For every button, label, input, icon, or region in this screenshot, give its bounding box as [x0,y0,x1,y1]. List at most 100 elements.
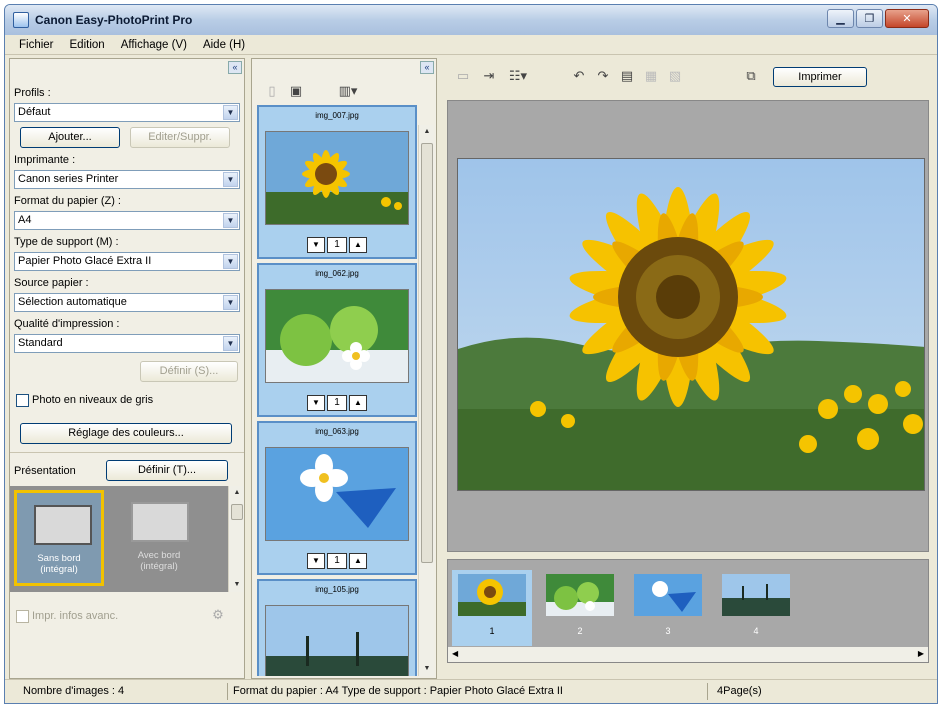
page-thumb-image [722,574,790,616]
copies-value[interactable]: 1 [327,395,347,411]
grayscale-checkbox[interactable] [16,394,29,407]
collapse-left-button[interactable]: « [228,61,242,74]
scroll-thumb[interactable] [421,143,433,563]
view-mode-icon[interactable]: ▥▾ [334,83,362,99]
layout-bordered[interactable]: Avec bord (intégral) [114,490,204,586]
divider [10,452,244,453]
paper-source-value: Sélection automatique [18,296,127,308]
paper-source-label: Source papier : [14,277,89,289]
printer-select[interactable]: Canon series Printer ▼ [14,170,240,189]
menu-aide[interactable]: Aide (H) [195,39,253,51]
chevron-down-icon: ▼ [223,172,238,187]
image-card[interactable]: img_063.jpg ▼ 1 ▲ [257,421,417,575]
layout-borderless[interactable]: Sans bord (intégral) [14,490,104,586]
copies-stepper: ▼ 1 ▲ [307,395,367,411]
layout-scrollbar[interactable]: ▲ ▼ [228,486,244,592]
paper-source-select[interactable]: Sélection automatique ▼ [14,293,240,312]
zoom-list-icon[interactable]: ☷▾ [505,68,531,84]
layout-caption: Sans bord (intégral) [37,553,81,575]
page-thumb-3[interactable]: 3 [628,570,708,646]
close-button[interactable]: ✕ [885,9,929,28]
advanced-info-checkbox[interactable] [16,610,29,623]
menu-fichier[interactable]: Fichier [11,39,62,51]
status-bar: Nombre d'images : 4 Format du papier : A… [5,679,937,703]
minimize-button[interactable]: ▁ [827,9,854,28]
window-title: Canon Easy-PhotoPrint Pro [35,13,193,27]
image-card[interactable]: img_007.jpg ▼ 1 ▲ [257,105,417,259]
scroll-down-icon[interactable]: ▼ [420,662,434,676]
import-icon[interactable]: ⇥ [481,68,497,84]
status-image-count: Nombre d'images : 4 [23,685,125,697]
trim-icon[interactable]: ▦ [643,68,659,84]
image-thumbnail [265,289,409,383]
print-quality-label: Qualité d'impression : [14,318,120,330]
page-thumb-image [634,574,702,616]
crop-icon[interactable]: ▤ [619,68,635,84]
profile-select-value: Défaut [18,106,51,118]
status-pages: 4Page(s) [717,685,762,697]
profile-select[interactable]: Défaut ▼ [14,103,240,122]
edit-profile-button[interactable]: Editer/Suppr. [130,127,230,148]
media-type-select[interactable]: Papier Photo Glacé Extra II ▼ [14,252,240,271]
collapse-middle-button[interactable]: « [420,61,434,74]
increase-copies-button[interactable]: ▲ [349,553,367,569]
printer-label: Imprimante : [14,154,76,166]
settings-icon[interactable]: ⚙ [210,607,226,623]
page-icon[interactable]: ▭ [455,68,471,84]
menu-bar: Fichier Edition Affichage (V) Aide (H) [5,35,937,55]
app-icon [13,12,29,28]
preview-icon[interactable]: ⧉ [743,68,759,84]
scroll-thumb[interactable] [231,504,243,520]
page-scrollbar[interactable]: ◀ ▶ [448,647,928,662]
settings-panel: « Profils : Défaut ▼ Ajouter... Editer/Su… [9,58,245,679]
copies-value[interactable]: 1 [327,553,347,569]
delete-images-icon[interactable]: ▣ [288,83,304,99]
scroll-left-icon[interactable]: ◀ [452,649,458,658]
remove-image-icon[interactable]: ▯ [264,83,280,99]
image-list-scrollbar[interactable]: ▲ ▼ [418,125,434,676]
layout-gallery: Sans bord (intégral) Avec bord (intégral… [10,486,244,592]
page-thumb-2[interactable]: 2 [540,570,620,646]
decrease-copies-button[interactable]: ▼ [307,553,325,569]
decrease-copies-button[interactable]: ▼ [307,395,325,411]
rotate-left-icon[interactable]: ↶ [571,68,587,84]
print-quality-value: Standard [18,337,63,349]
restore-button[interactable]: ❐ [856,9,883,28]
status-separator [707,683,708,700]
image-filename: img_062.jpg [315,269,359,278]
chevron-down-icon: ▼ [223,336,238,351]
print-button[interactable]: Imprimer [773,67,867,87]
define-quality-button[interactable]: Définir (S)... [140,361,238,382]
image-filename: img_105.jpg [315,585,359,594]
menu-edition[interactable]: Edition [62,39,113,51]
layout-caption: Avec bord (intégral) [137,550,181,572]
copies-value[interactable]: 1 [327,237,347,253]
paper-size-select[interactable]: A4 ▼ [14,211,240,230]
paper-size-value: A4 [18,214,32,226]
scroll-up-icon[interactable]: ▲ [420,125,434,139]
scroll-up-icon[interactable]: ▲ [230,486,244,500]
scroll-down-icon[interactable]: ▼ [230,578,244,592]
decrease-copies-button[interactable]: ▼ [307,237,325,253]
frame-icon[interactable]: ▧ [667,68,683,84]
increase-copies-button[interactable]: ▲ [349,395,367,411]
define-presentation-button[interactable]: Définir (T)... [106,460,228,481]
media-type-value: Papier Photo Glacé Extra II [18,255,152,267]
page-thumb-image [546,574,614,616]
rotate-right-icon[interactable]: ↷ [595,68,611,84]
add-profile-button[interactable]: Ajouter... [20,127,120,148]
app-window: Canon Easy-PhotoPrint Pro ▁ ❐ ✕ Fichier … [4,4,938,704]
print-quality-select[interactable]: Standard ▼ [14,334,240,353]
page-thumb-4[interactable]: 4 [716,570,796,646]
page-thumb-1[interactable]: 1 [452,570,532,646]
image-card[interactable]: img_062.jpg ▼ 1 ▲ [257,263,417,417]
increase-copies-button[interactable]: ▲ [349,237,367,253]
page-number: 1 [489,626,495,636]
title-bar[interactable]: Canon Easy-PhotoPrint Pro ▁ ❐ ✕ [5,5,937,35]
status-separator [227,683,228,700]
scroll-right-icon[interactable]: ▶ [918,649,924,658]
menu-affichage[interactable]: Affichage (V) [113,39,195,51]
image-strip: img_007.jpg ▼ 1 ▲ img_062.jpg ▼ 1 ▲ img_… [257,105,417,676]
color-adjust-button[interactable]: Réglage des couleurs... [20,423,232,444]
image-card[interactable]: img_105.jpg [257,579,417,676]
